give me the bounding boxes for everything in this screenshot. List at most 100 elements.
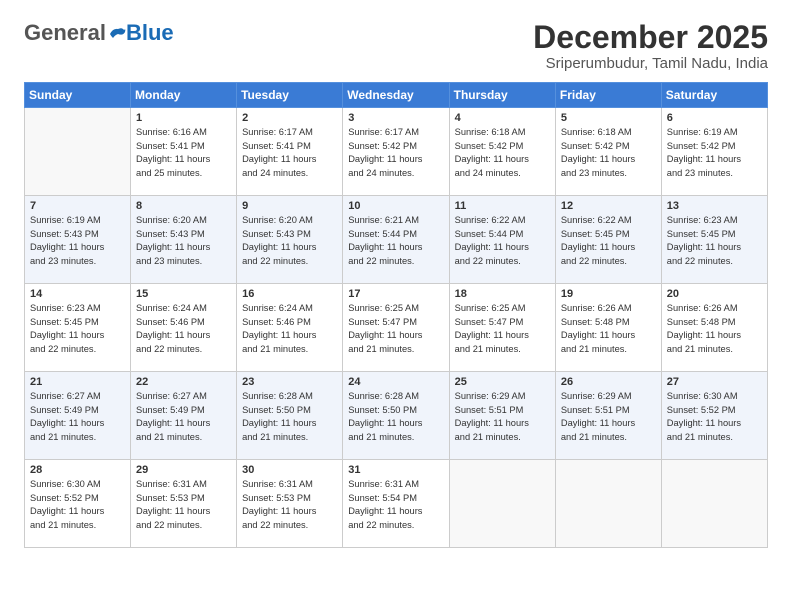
day-number: 10 [348, 200, 443, 212]
calendar: SundayMondayTuesdayWednesdayThursdayFrid… [24, 82, 768, 548]
calendar-day-cell: 10 Sunrise: 6:21 AMSunset: 5:44 PMDayligh… [343, 196, 449, 284]
logo-blue-text: Blue [126, 20, 174, 46]
calendar-day-cell [555, 460, 661, 548]
calendar-day-cell: 29 Sunrise: 6:31 AMSunset: 5:53 PMDayligh… [131, 460, 237, 548]
location: Sriperumbudur, Tamil Nadu, India [533, 55, 768, 72]
day-info: Sunrise: 6:24 AMSunset: 5:46 PMDaylight:… [136, 302, 231, 356]
day-info: Sunrise: 6:20 AMSunset: 5:43 PMDaylight:… [136, 214, 231, 268]
day-number: 22 [136, 376, 231, 388]
calendar-day-cell [661, 460, 767, 548]
logo: General Blue [24, 20, 174, 46]
day-number: 30 [242, 464, 337, 476]
day-info: Sunrise: 6:31 AMSunset: 5:54 PMDaylight:… [348, 478, 443, 532]
day-info: Sunrise: 6:17 AMSunset: 5:41 PMDaylight:… [242, 126, 337, 180]
title-section: December 2025 Sriperumbudur, Tamil Nadu,… [533, 20, 768, 72]
day-number: 8 [136, 200, 231, 212]
calendar-day-cell: 26Sunrise: 6:29 AMSunset: 5:51 PMDayligh… [555, 372, 661, 460]
day-info: Sunrise: 6:27 AMSunset: 5:49 PMDaylight:… [30, 390, 125, 444]
day-info: Sunrise: 6:26 AMSunset: 5:48 PMDaylight:… [561, 302, 656, 356]
header: General Blue December 2025 Sriperumbudur… [24, 20, 768, 72]
calendar-day-cell: 24 Sunrise: 6:28 AMSunset: 5:50 PMDayligh… [343, 372, 449, 460]
day-number: 5 [561, 112, 656, 124]
calendar-day-cell: 15 Sunrise: 6:24 AMSunset: 5:46 PMDayligh… [131, 284, 237, 372]
calendar-day-cell: 11Sunrise: 6:22 AMSunset: 5:44 PMDayligh… [449, 196, 555, 284]
calendar-day-cell: 9Sunrise: 6:20 AMSunset: 5:43 PMDaylight… [237, 196, 343, 284]
calendar-week-row: 28 Sunrise: 6:30 AMSunset: 5:52 PMDayligh… [25, 460, 768, 548]
calendar-day-cell: 3 Sunrise: 6:17 AMSunset: 5:42 PMDaylight… [343, 108, 449, 196]
day-number: 12 [561, 200, 656, 212]
day-info: Sunrise: 6:26 AMSunset: 5:48 PMDaylight:… [667, 302, 762, 356]
calendar-day-cell: 14Sunrise: 6:23 AMSunset: 5:45 PMDayligh… [25, 284, 131, 372]
logo-bird-icon [108, 26, 126, 40]
calendar-day-cell: 12Sunrise: 6:22 AMSunset: 5:45 PMDayligh… [555, 196, 661, 284]
day-info: Sunrise: 6:31 AMSunset: 5:53 PMDaylight:… [242, 478, 337, 532]
calendar-day-cell: 7 Sunrise: 6:19 AMSunset: 5:43 PMDaylight… [25, 196, 131, 284]
calendar-day-cell [25, 108, 131, 196]
day-info: Sunrise: 6:28 AMSunset: 5:50 PMDaylight:… [348, 390, 443, 444]
calendar-day-cell: 18Sunrise: 6:25 AMSunset: 5:47 PMDayligh… [449, 284, 555, 372]
day-number: 31 [348, 464, 443, 476]
calendar-day-cell: 8 Sunrise: 6:20 AMSunset: 5:43 PMDaylight… [131, 196, 237, 284]
calendar-day-cell: 21Sunrise: 6:27 AMSunset: 5:49 PMDayligh… [25, 372, 131, 460]
day-info: Sunrise: 6:29 AMSunset: 5:51 PMDaylight:… [561, 390, 656, 444]
calendar-day-cell: 16 Sunrise: 6:24 AMSunset: 5:46 PMDayligh… [237, 284, 343, 372]
day-info: Sunrise: 6:25 AMSunset: 5:47 PMDaylight:… [455, 302, 550, 356]
day-header-saturday: Saturday [661, 83, 767, 108]
day-info: Sunrise: 6:25 AMSunset: 5:47 PMDaylight:… [348, 302, 443, 356]
calendar-day-cell: 4 Sunrise: 6:18 AMSunset: 5:42 PMDaylight… [449, 108, 555, 196]
day-number: 28 [30, 464, 125, 476]
calendar-day-cell: 20 Sunrise: 6:26 AMSunset: 5:48 PMDayligh… [661, 284, 767, 372]
day-info: Sunrise: 6:19 AMSunset: 5:42 PMDaylight:… [667, 126, 762, 180]
day-number: 7 [30, 200, 125, 212]
logo-general-text: General [24, 20, 106, 46]
calendar-day-cell: 2 Sunrise: 6:17 AMSunset: 5:41 PMDaylight… [237, 108, 343, 196]
calendar-day-cell: 31 Sunrise: 6:31 AMSunset: 5:54 PMDayligh… [343, 460, 449, 548]
day-info: Sunrise: 6:31 AMSunset: 5:53 PMDaylight:… [136, 478, 231, 532]
day-number: 25 [455, 376, 550, 388]
day-number: 23 [242, 376, 337, 388]
day-number: 4 [455, 112, 550, 124]
calendar-day-cell: 19Sunrise: 6:26 AMSunset: 5:48 PMDayligh… [555, 284, 661, 372]
calendar-day-cell: 6 Sunrise: 6:19 AMSunset: 5:42 PMDaylight… [661, 108, 767, 196]
calendar-day-cell: 22Sunrise: 6:27 AMSunset: 5:49 PMDayligh… [131, 372, 237, 460]
calendar-week-row: 1Sunrise: 6:16 AMSunset: 5:41 PMDaylight… [25, 108, 768, 196]
day-header-tuesday: Tuesday [237, 83, 343, 108]
day-number: 13 [667, 200, 762, 212]
day-info: Sunrise: 6:24 AMSunset: 5:46 PMDaylight:… [242, 302, 337, 356]
day-number: 9 [242, 200, 337, 212]
day-number: 15 [136, 288, 231, 300]
day-info: Sunrise: 6:17 AMSunset: 5:42 PMDaylight:… [348, 126, 443, 180]
calendar-day-cell: 1Sunrise: 6:16 AMSunset: 5:41 PMDaylight… [131, 108, 237, 196]
calendar-day-cell [449, 460, 555, 548]
calendar-day-cell: 23 Sunrise: 6:28 AMSunset: 5:50 PMDayligh… [237, 372, 343, 460]
day-info: Sunrise: 6:30 AMSunset: 5:52 PMDaylight:… [667, 390, 762, 444]
calendar-day-cell: 30 Sunrise: 6:31 AMSunset: 5:53 PMDayligh… [237, 460, 343, 548]
page: General Blue December 2025 Sriperumbudur… [0, 0, 792, 564]
calendar-day-cell: 25 Sunrise: 6:29 AMSunset: 5:51 PMDayligh… [449, 372, 555, 460]
calendar-header-row: SundayMondayTuesdayWednesdayThursdayFrid… [25, 83, 768, 108]
day-info: Sunrise: 6:29 AMSunset: 5:51 PMDaylight:… [455, 390, 550, 444]
day-number: 6 [667, 112, 762, 124]
day-info: Sunrise: 6:19 AMSunset: 5:43 PMDaylight:… [30, 214, 125, 268]
day-number: 27 [667, 376, 762, 388]
day-number: 17 [348, 288, 443, 300]
day-header-monday: Monday [131, 83, 237, 108]
day-number: 24 [348, 376, 443, 388]
day-info: Sunrise: 6:16 AMSunset: 5:41 PMDaylight:… [136, 126, 231, 180]
day-number: 3 [348, 112, 443, 124]
day-number: 2 [242, 112, 337, 124]
day-info: Sunrise: 6:28 AMSunset: 5:50 PMDaylight:… [242, 390, 337, 444]
day-header-thursday: Thursday [449, 83, 555, 108]
day-info: Sunrise: 6:18 AMSunset: 5:42 PMDaylight:… [455, 126, 550, 180]
calendar-week-row: 7 Sunrise: 6:19 AMSunset: 5:43 PMDaylight… [25, 196, 768, 284]
day-number: 16 [242, 288, 337, 300]
calendar-week-row: 21Sunrise: 6:27 AMSunset: 5:49 PMDayligh… [25, 372, 768, 460]
day-number: 20 [667, 288, 762, 300]
day-info: Sunrise: 6:21 AMSunset: 5:44 PMDaylight:… [348, 214, 443, 268]
day-number: 29 [136, 464, 231, 476]
day-number: 11 [455, 200, 550, 212]
day-info: Sunrise: 6:30 AMSunset: 5:52 PMDaylight:… [30, 478, 125, 532]
day-info: Sunrise: 6:23 AMSunset: 5:45 PMDaylight:… [30, 302, 125, 356]
day-info: Sunrise: 6:18 AMSunset: 5:42 PMDaylight:… [561, 126, 656, 180]
calendar-day-cell: 5 Sunrise: 6:18 AMSunset: 5:42 PMDaylight… [555, 108, 661, 196]
